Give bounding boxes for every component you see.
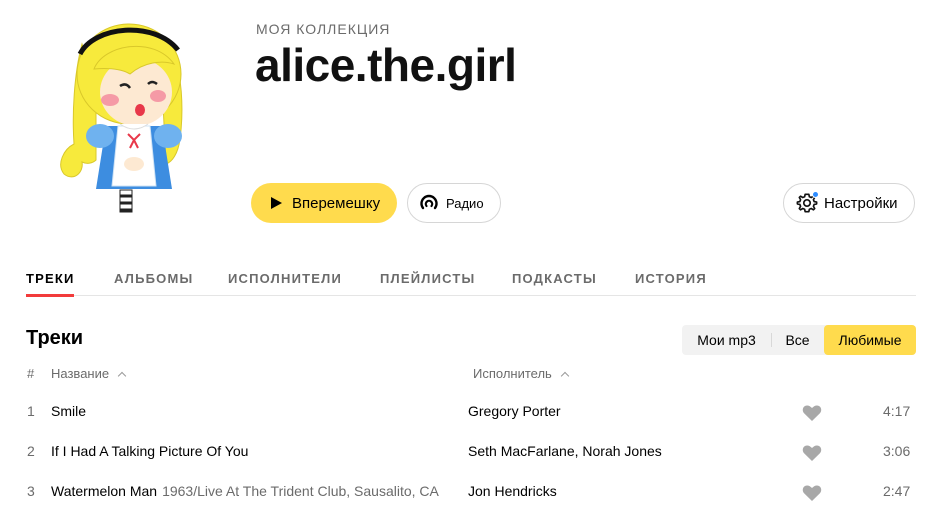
heart-icon[interactable] bbox=[802, 484, 822, 502]
notification-dot bbox=[812, 191, 819, 198]
track-title[interactable]: Watermelon Man 1963/Live At The Trident C… bbox=[51, 483, 439, 499]
tab-playlists[interactable]: ПЛЕЙЛИСТЫ bbox=[380, 271, 475, 286]
shuffle-button[interactable]: Вперемешку bbox=[251, 183, 397, 223]
tab-podcasts[interactable]: ПОДКАСТЫ bbox=[512, 271, 597, 286]
tab-tracks[interactable]: ТРЕКИ bbox=[26, 271, 75, 286]
radio-button[interactable]: Радио bbox=[407, 183, 501, 223]
track-title-text: If I Had A Talking Picture Of You bbox=[51, 443, 249, 459]
track-version: 1963/Live At The Trident Club, Sausalito… bbox=[162, 483, 439, 499]
tab-history[interactable]: ИСТОРИЯ bbox=[635, 271, 707, 286]
tab-albums[interactable]: АЛЬБОМЫ bbox=[114, 271, 193, 286]
column-name-label: Название bbox=[51, 366, 110, 381]
track-number: 3 bbox=[27, 483, 35, 499]
avatar bbox=[44, 14, 194, 224]
sort-up-icon bbox=[117, 371, 127, 381]
heart-icon[interactable] bbox=[802, 444, 822, 462]
filter-all[interactable]: Все bbox=[771, 325, 824, 355]
track-duration: 4:17 bbox=[883, 403, 911, 419]
track-row[interactable]: 1 Smile Gregory Porter 4:17 bbox=[0, 392, 941, 432]
settings-button[interactable]: Настройки bbox=[783, 183, 915, 223]
track-artist[interactable]: Gregory Porter bbox=[468, 403, 561, 419]
column-artist-label: Исполнитель bbox=[473, 366, 552, 381]
track-filter: Мои mp3 Все Любимые bbox=[682, 325, 916, 355]
section-title: Треки bbox=[26, 327, 84, 349]
track-duration: 2:47 bbox=[883, 483, 911, 499]
track-title[interactable]: Smile bbox=[51, 403, 86, 419]
filter-favorites[interactable]: Любимые bbox=[824, 325, 916, 355]
tab-artists[interactable]: ИСПОЛНИТЕЛИ bbox=[228, 271, 342, 286]
collection-tabs: ТРЕКИ АЛЬБОМЫ ИСПОЛНИТЕЛИ ПЛЕЙЛИСТЫ ПОДК… bbox=[26, 268, 916, 297]
column-name[interactable]: Название bbox=[51, 366, 127, 381]
column-artist[interactable]: Исполнитель bbox=[473, 366, 570, 381]
track-row[interactable]: 3 Watermelon Man 1963/Live At The Trident… bbox=[0, 472, 941, 512]
track-title-text: Watermelon Man bbox=[51, 483, 158, 499]
radio-icon bbox=[420, 194, 438, 210]
collection-label: МОЯ КОЛЛЕКЦИЯ bbox=[256, 21, 391, 37]
play-icon bbox=[271, 197, 282, 209]
track-number: 1 bbox=[27, 403, 35, 419]
filter-my-mp3[interactable]: Мои mp3 bbox=[682, 325, 771, 355]
track-artist[interactable]: Jon Hendricks bbox=[468, 483, 557, 499]
heart-icon[interactable] bbox=[802, 404, 822, 422]
track-duration: 3:06 bbox=[883, 443, 911, 459]
track-number: 2 bbox=[27, 443, 35, 459]
track-artist[interactable]: Seth MacFarlane, Norah Jones bbox=[468, 443, 662, 459]
track-title-text: Smile bbox=[51, 403, 87, 419]
radio-label: Радио bbox=[446, 195, 484, 211]
track-title[interactable]: If I Had A Talking Picture Of You bbox=[51, 443, 248, 459]
gear-icon bbox=[796, 191, 819, 214]
page-title: alice.the.girl bbox=[255, 39, 517, 91]
track-row[interactable]: 2 If I Had A Talking Picture Of You Seth… bbox=[0, 432, 941, 472]
active-tab-indicator bbox=[26, 294, 74, 297]
sort-up-icon bbox=[560, 371, 570, 381]
cartoon-girl-avatar-icon bbox=[60, 23, 183, 213]
settings-label: Настройки bbox=[824, 194, 898, 212]
shuffle-label: Вперемешку bbox=[292, 194, 381, 212]
column-number: # bbox=[27, 366, 35, 381]
